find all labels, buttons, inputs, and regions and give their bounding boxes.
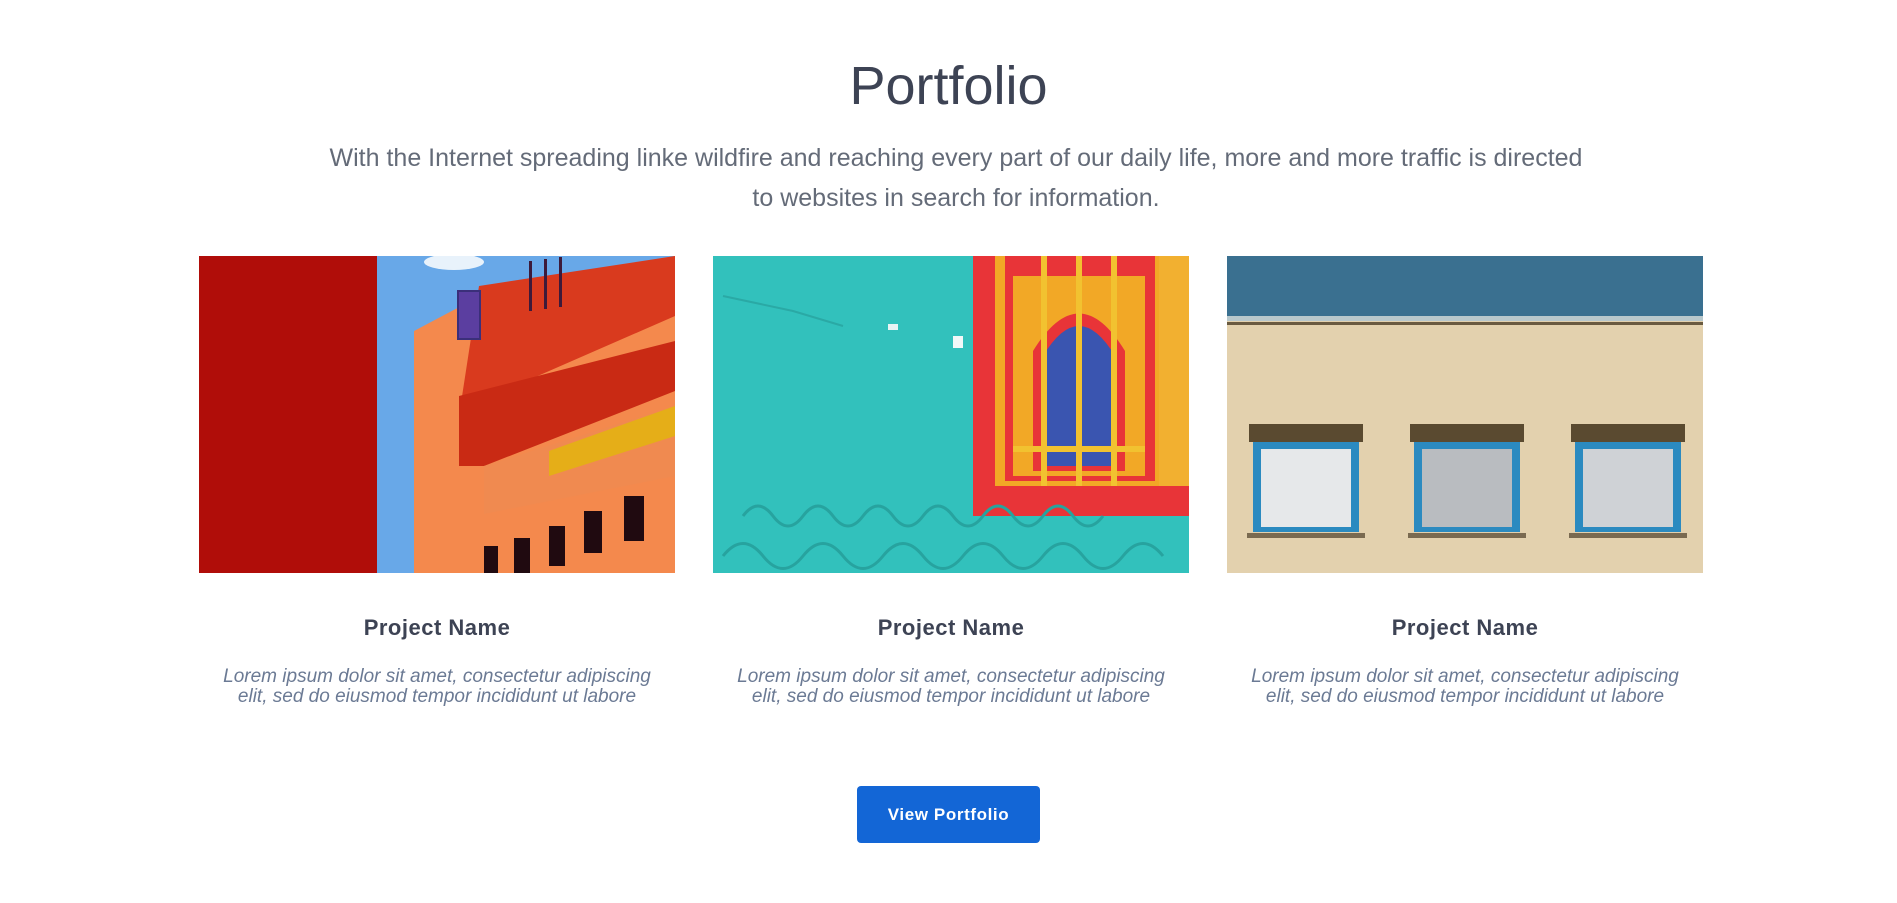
project-description: Lorem ipsum dolor sit amet, consectetur …	[223, 666, 651, 707]
project-card: Project Name Lorem ipsum dolor sit amet,…	[713, 256, 1189, 707]
project-name[interactable]: Project Name	[199, 615, 675, 641]
project-name[interactable]: Project Name	[1227, 615, 1703, 641]
project-card: Project Name Lorem ipsum dolor sit amet,…	[199, 256, 675, 707]
view-portfolio-button[interactable]: View Portfolio	[857, 786, 1040, 843]
project-image-beige-facade[interactable]	[1227, 256, 1703, 573]
section-subtitle: With the Internet spreading linke wildfi…	[329, 144, 1583, 212]
project-card: Project Name Lorem ipsum dolor sit amet,…	[1227, 256, 1703, 707]
section-title: Portfolio	[849, 56, 1048, 116]
project-description: Lorem ipsum dolor sit amet, consectetur …	[1251, 666, 1679, 707]
project-description: Lorem ipsum dolor sit amet, consectetur …	[737, 666, 1165, 707]
project-name[interactable]: Project Name	[713, 615, 1189, 641]
project-image-building[interactable]	[199, 256, 675, 573]
project-image-turquoise-wall[interactable]	[713, 256, 1189, 573]
